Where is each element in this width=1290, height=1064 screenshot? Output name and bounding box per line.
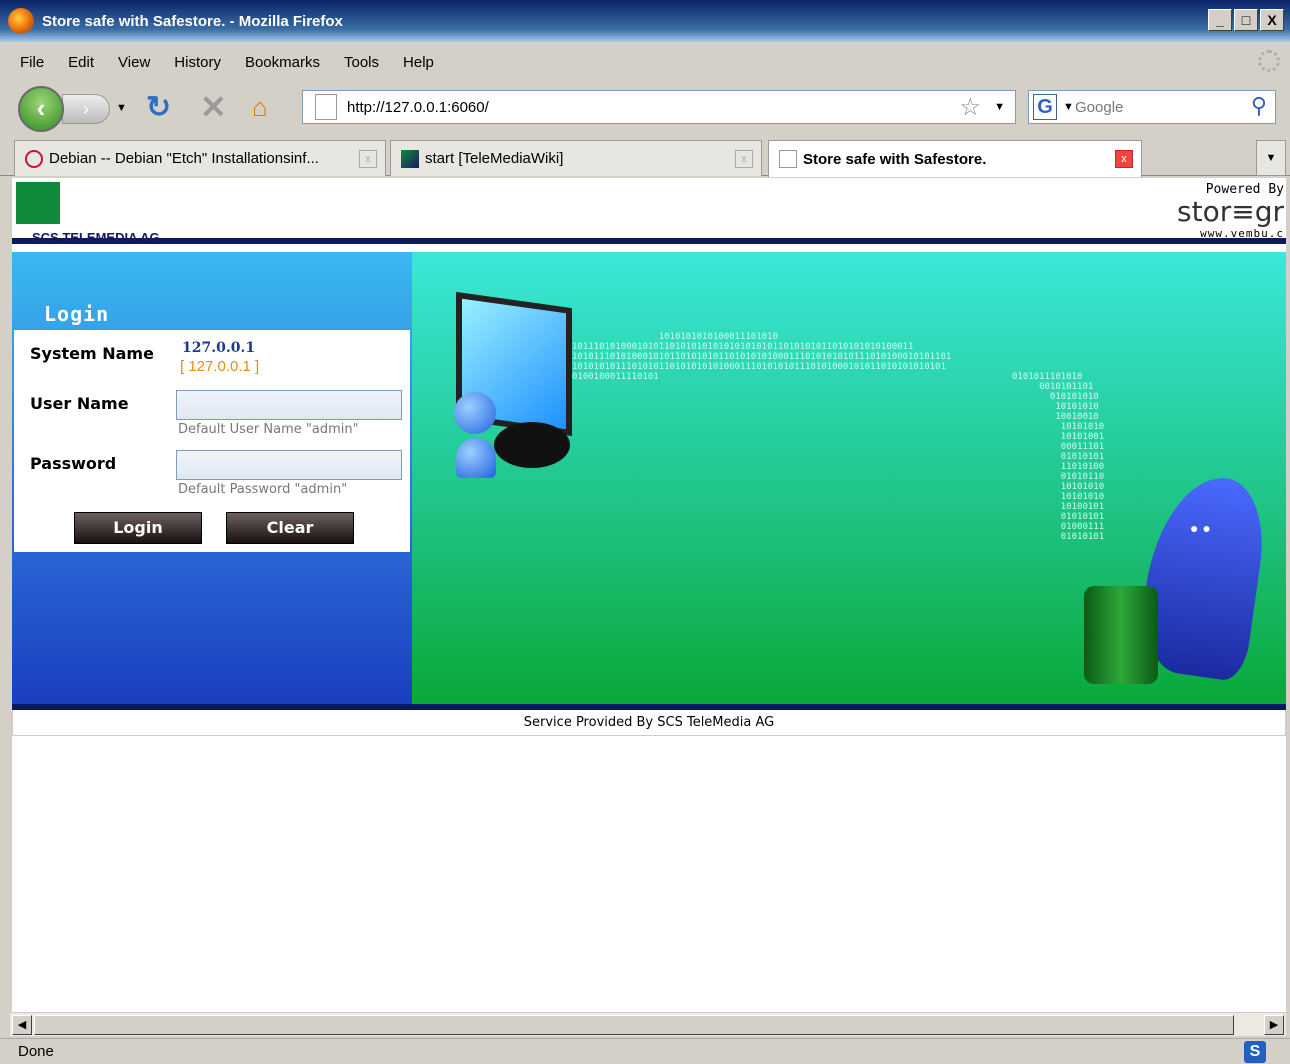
- system-name-ip: [ 127.0.0.1 ]: [180, 358, 260, 375]
- url-text[interactable]: http://127.0.0.1:6060/: [347, 99, 489, 116]
- storage-can-graphic: [1084, 586, 1158, 684]
- page-content: SCS TELEMEDIA AG Powered By stor≡gr www.…: [12, 178, 1286, 1012]
- logo-text: SCS TELEMEDIA AG: [32, 230, 160, 245]
- binary-stream-graphic: 1010101010100011101010 10111010100010101…: [572, 332, 952, 382]
- tab-debian[interactable]: Debian -- Debian "Etch" Installationsinf…: [14, 140, 386, 176]
- tab-close-icon[interactable]: x: [1115, 150, 1133, 168]
- system-name-value: 127.0.0.1: [182, 340, 256, 356]
- mascot-eyes: ● ●: [1190, 520, 1211, 536]
- user-body-graphic: [456, 438, 496, 478]
- window-title: Store safe with Safestore. - Mozilla Fir…: [42, 12, 343, 30]
- wiki-icon: [401, 149, 419, 168]
- tab-close-icon[interactable]: x: [359, 150, 377, 168]
- password-input[interactable]: [176, 450, 402, 480]
- reload-icon[interactable]: ↻: [146, 90, 171, 125]
- title-bar: Store safe with Safestore. - Mozilla Fir…: [0, 0, 1290, 42]
- stop-icon[interactable]: ✕: [200, 88, 227, 126]
- google-icon[interactable]: G: [1033, 94, 1057, 120]
- password-label: Password: [30, 454, 117, 473]
- menu-tools[interactable]: Tools: [344, 54, 379, 71]
- user-head-graphic: [454, 392, 496, 434]
- password-hint: Default Password "admin": [178, 482, 348, 497]
- page-header: SCS TELEMEDIA AG Powered By stor≡gr www.…: [12, 178, 1286, 245]
- login-form: System Name 127.0.0.1 [ 127.0.0.1 ] User…: [14, 330, 410, 552]
- tab-bar: Debian -- Debian "Etch" Installationsinf…: [0, 136, 1290, 177]
- navigation-toolbar: › ‹ ▼ ↻ ✕ ⌂ http://127.0.0.1:6060/ ☆ ▼ G…: [0, 84, 1290, 132]
- scroll-left-icon[interactable]: ◀: [12, 1015, 32, 1035]
- bookmark-star-icon[interactable]: ☆: [959, 93, 981, 122]
- search-placeholder[interactable]: Google: [1075, 99, 1123, 116]
- page-footer: Service Provided By SCS TeleMedia AG: [12, 710, 1286, 736]
- search-box[interactable]: G ▼ Google ⚲: [1028, 90, 1276, 124]
- vembu-url: www.vembu.c: [1200, 227, 1284, 240]
- login-button[interactable]: Login: [74, 512, 202, 544]
- url-dropdown-icon[interactable]: ▼: [994, 101, 1005, 113]
- status-bar: Done S: [0, 1038, 1290, 1064]
- scroll-thumb[interactable]: [34, 1015, 1234, 1035]
- close-button[interactable]: X: [1260, 9, 1284, 31]
- scroll-right-icon[interactable]: ▶: [1264, 1015, 1284, 1035]
- throbber-icon: [1258, 50, 1280, 72]
- menu-view[interactable]: View: [118, 54, 150, 71]
- login-heading: Login: [44, 302, 110, 326]
- horizontal-scrollbar[interactable]: ◀ ▶: [10, 1012, 1286, 1036]
- back-button[interactable]: ‹: [18, 86, 64, 132]
- tab-safestore[interactable]: Store safe with Safestore. x: [768, 140, 1142, 177]
- page-icon: [315, 94, 337, 120]
- tab-close-icon[interactable]: x: [735, 150, 753, 168]
- menu-edit[interactable]: Edit: [68, 54, 94, 71]
- safestore-banner: 1010101010100011101010 10111010100010101…: [412, 252, 1286, 704]
- url-bar[interactable]: http://127.0.0.1:6060/ ☆ ▼: [302, 90, 1016, 124]
- menu-help[interactable]: Help: [403, 54, 434, 71]
- monitor-stand-graphic: [494, 422, 570, 468]
- debian-icon: [25, 149, 43, 168]
- forward-button[interactable]: ›: [62, 94, 110, 124]
- menu-bar: File Edit View History Bookmarks Tools H…: [0, 42, 1290, 82]
- menu-file[interactable]: File: [20, 54, 44, 71]
- menu-history[interactable]: History: [174, 54, 221, 71]
- addon-icon[interactable]: S: [1244, 1041, 1266, 1063]
- username-hint: Default User Name "admin": [178, 422, 359, 437]
- system-name-label: System Name: [30, 344, 154, 363]
- login-panel: Login System Name 127.0.0.1 [ 127.0.0.1 …: [12, 252, 412, 704]
- status-text: Done: [18, 1043, 54, 1060]
- history-dropdown-icon[interactable]: ▼: [116, 102, 127, 114]
- home-icon[interactable]: ⌂: [252, 92, 268, 123]
- powered-by: Powered By stor≡gr www.vembu.c: [1177, 182, 1284, 240]
- storegrid-logo: stor≡gr: [1177, 195, 1284, 228]
- tab-list-button[interactable]: ▼: [1256, 140, 1286, 176]
- username-label: User Name: [30, 394, 129, 413]
- window-controls: _ □ X: [1208, 9, 1284, 31]
- firefox-icon: [8, 8, 34, 34]
- scs-logo: [16, 182, 60, 224]
- search-icon[interactable]: ⚲: [1251, 93, 1267, 119]
- page-icon: [779, 150, 797, 168]
- tab-telemediawiki[interactable]: start [TeleMediaWiki] x: [390, 140, 762, 176]
- tab-label: Store safe with Safestore.: [803, 150, 987, 168]
- binary-column-graphic: 0101011101010 0010101101 010101010 10101…: [1012, 372, 1105, 542]
- tab-label: start [TeleMediaWiki]: [425, 150, 564, 167]
- clear-button[interactable]: Clear: [226, 512, 354, 544]
- username-input[interactable]: [176, 390, 402, 420]
- tab-label: Debian -- Debian "Etch" Installationsinf…: [49, 150, 319, 167]
- minimize-button[interactable]: _: [1208, 9, 1232, 31]
- menu-bookmarks[interactable]: Bookmarks: [245, 54, 320, 71]
- maximize-button[interactable]: □: [1234, 9, 1258, 31]
- search-engine-dropdown-icon[interactable]: ▼: [1063, 101, 1074, 113]
